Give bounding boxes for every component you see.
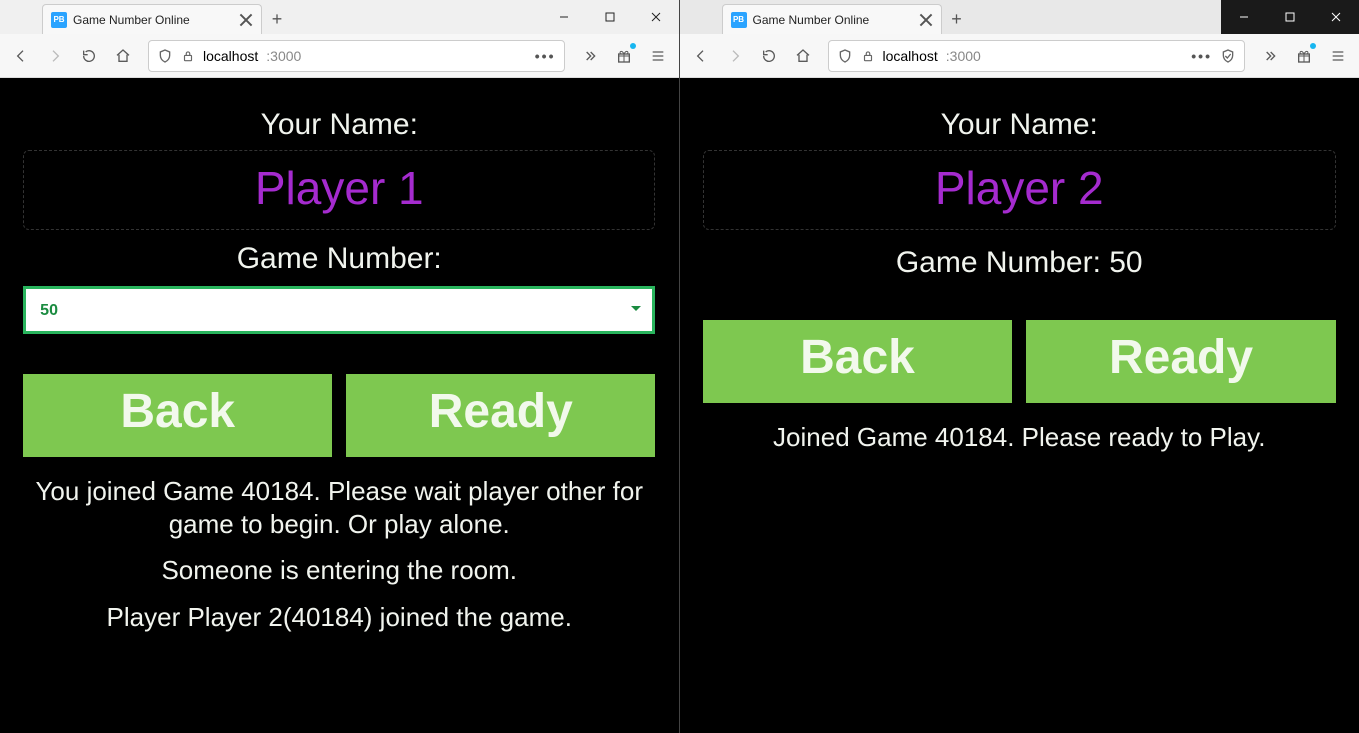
app-menu-icon[interactable]	[1323, 41, 1353, 71]
toolbar: localhost :3000 •••	[0, 34, 679, 78]
reload-button[interactable]	[74, 41, 104, 71]
browser-tab[interactable]: PB Game Number Online	[42, 4, 262, 34]
home-button[interactable]	[788, 41, 818, 71]
back-button[interactable]: Back	[23, 374, 332, 457]
ready-button[interactable]: Ready	[1026, 320, 1336, 403]
page-actions-icon[interactable]: •••	[535, 48, 556, 64]
back-button[interactable]: Back	[703, 320, 1013, 403]
tab-title: Game Number Online	[753, 13, 913, 27]
page-content: Your Name: Game Number: 50 Back Ready Yo…	[0, 78, 679, 733]
status-message-1: You joined Game 40184. Please wait playe…	[23, 475, 655, 540]
overflow-chevron-icon[interactable]	[1255, 41, 1285, 71]
game-number-display: Game Number: 50	[703, 246, 1336, 280]
shield-icon	[837, 48, 853, 64]
overflow-chevron-icon[interactable]	[575, 41, 605, 71]
url-bar[interactable]: localhost :3000 •••	[828, 40, 1246, 72]
url-port: :3000	[946, 48, 981, 64]
browser-window-left: PB Game Number Online + localh	[0, 0, 680, 733]
game-number-label: Game Number:	[23, 242, 655, 276]
name-label: Your Name:	[23, 108, 655, 142]
game-number-select[interactable]: 50	[23, 286, 655, 334]
player-name-input[interactable]	[23, 150, 655, 230]
url-host: localhost	[883, 48, 938, 64]
lock-icon	[861, 49, 875, 63]
whats-new-icon[interactable]	[609, 41, 639, 71]
back-nav-button[interactable]	[6, 41, 36, 71]
new-tab-button[interactable]: +	[262, 4, 292, 34]
home-button[interactable]	[108, 41, 138, 71]
new-tab-button[interactable]: +	[942, 4, 972, 34]
window-minimize-button[interactable]	[1221, 0, 1267, 34]
tab-title: Game Number Online	[73, 13, 233, 27]
status-message-2: Someone is entering the room.	[23, 554, 655, 587]
titlebar: PB Game Number Online +	[680, 0, 1359, 34]
forward-nav-button[interactable]	[40, 41, 70, 71]
url-host: localhost	[203, 48, 258, 64]
ready-button[interactable]: Ready	[346, 374, 655, 457]
window-close-button[interactable]	[1313, 0, 1359, 34]
window-maximize-button[interactable]	[587, 0, 633, 34]
player-name-input[interactable]	[703, 150, 1336, 230]
lock-icon	[181, 49, 195, 63]
page-actions-icon[interactable]: •••	[1191, 48, 1212, 64]
status-message-3: Player Player 2(40184) joined the game.	[23, 601, 655, 634]
tab-close-icon[interactable]	[919, 13, 933, 27]
titlebar: PB Game Number Online +	[0, 0, 679, 34]
shield-icon	[157, 48, 173, 64]
name-label: Your Name:	[703, 108, 1336, 142]
favicon: PB	[731, 12, 747, 28]
app-menu-icon[interactable]	[643, 41, 673, 71]
window-maximize-button[interactable]	[1267, 0, 1313, 34]
browser-tab[interactable]: PB Game Number Online	[722, 4, 942, 34]
forward-nav-button[interactable]	[720, 41, 750, 71]
status-message-1: Joined Game 40184. Please ready to Play.	[703, 421, 1336, 454]
reload-button[interactable]	[754, 41, 784, 71]
browser-window-right: PB Game Number Online + localh	[680, 0, 1359, 733]
window-minimize-button[interactable]	[541, 0, 587, 34]
tracking-protection-icon[interactable]	[1220, 48, 1236, 64]
url-port: :3000	[266, 48, 301, 64]
page-content: Your Name: Game Number: 50 Back Ready Jo…	[680, 78, 1359, 733]
whats-new-icon[interactable]	[1289, 41, 1319, 71]
url-bar[interactable]: localhost :3000 •••	[148, 40, 565, 72]
window-close-button[interactable]	[633, 0, 679, 34]
back-nav-button[interactable]	[686, 41, 716, 71]
toolbar: localhost :3000 •••	[680, 34, 1359, 78]
tab-close-icon[interactable]	[239, 13, 253, 27]
favicon: PB	[51, 12, 67, 28]
